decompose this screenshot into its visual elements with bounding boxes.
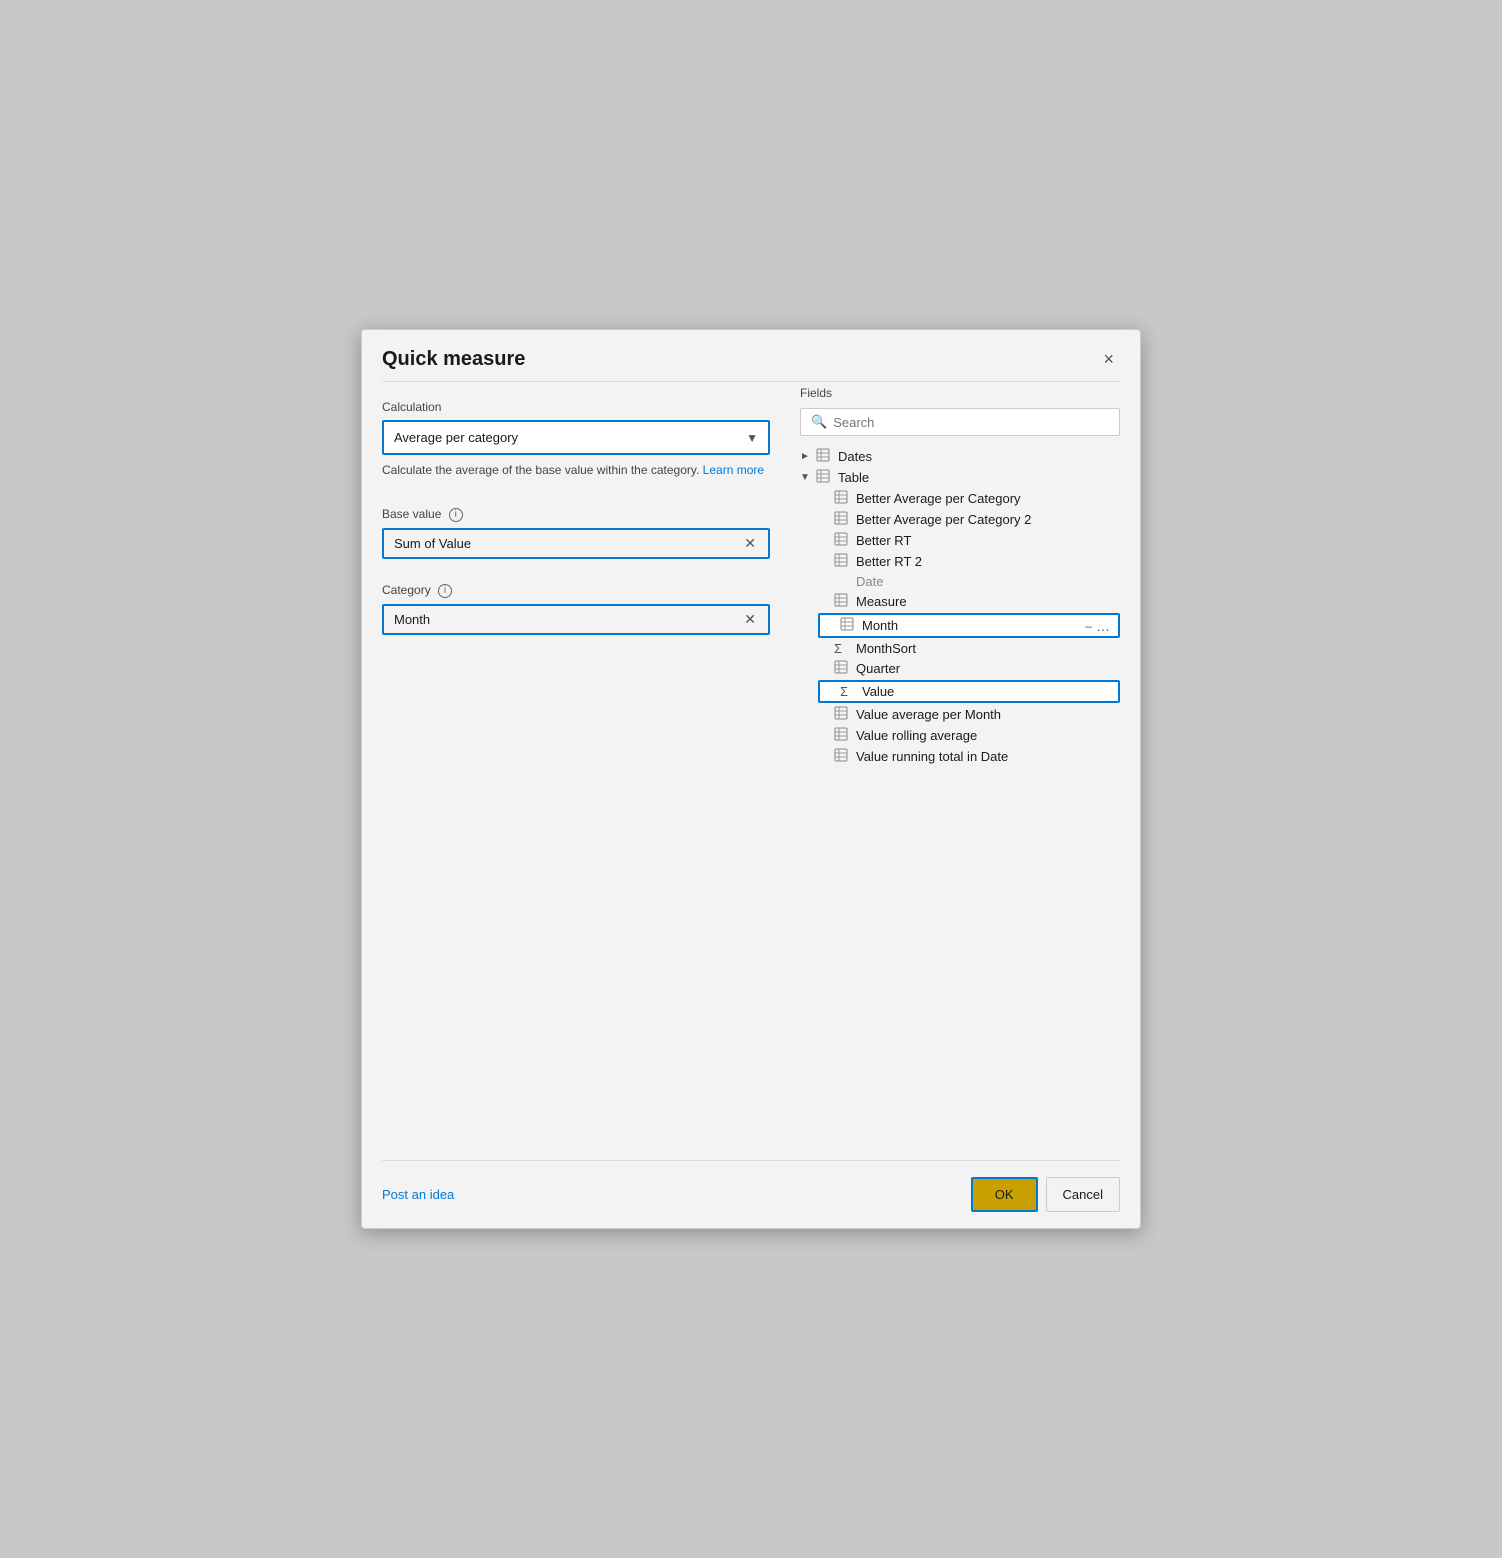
measure-icon-6 (834, 706, 852, 723)
right-panel: Fields 🔍 ► (800, 382, 1120, 964)
table-icon (816, 448, 834, 465)
label-better-rt-2: Better RT 2 (856, 554, 922, 569)
dialog-title: Quick measure (382, 348, 525, 371)
label-better-avg-cat-2: Better Average per Category 2 (856, 512, 1031, 527)
dates-label: Dates (838, 449, 872, 464)
measure-icon-2 (834, 511, 852, 528)
calculation-select-wrapper: Average per category ▼ (382, 420, 770, 455)
tree-item-month[interactable]: Month – … (818, 613, 1120, 638)
base-value-info-icon: i (449, 508, 463, 522)
measure-icon-8 (834, 748, 852, 765)
label-value: Value (862, 684, 894, 699)
chevron-right-icon: ► (800, 451, 816, 462)
tree-item-measure[interactable]: Measure (818, 591, 1120, 612)
spacer (362, 964, 1140, 1161)
calculation-select[interactable]: Average per category (384, 422, 768, 453)
calc-description: Calculate the average of the base value … (382, 461, 770, 479)
category-text: Month (394, 612, 742, 627)
base-value-field: Sum of Value ✕ (382, 528, 770, 559)
sigma-icon-monthsort: Σ (834, 641, 852, 656)
search-box: 🔍 (800, 408, 1120, 436)
month-more-icon[interactable]: … (1096, 618, 1114, 634)
calculation-label: Calculation (382, 400, 770, 414)
label-quarter: Quarter (856, 661, 900, 676)
cancel-button[interactable]: Cancel (1046, 1177, 1120, 1212)
table-children: Better Average per Category Better Avera… (800, 488, 1120, 767)
measure-icon-7 (834, 727, 852, 744)
dialog-footer: Post an idea OK Cancel (362, 1161, 1140, 1228)
label-value-avg-month: Value average per Month (856, 707, 1001, 722)
tree-item-table[interactable]: ▼ Table (800, 467, 1120, 488)
category-label: Category i (382, 583, 770, 598)
tree-item-quarter[interactable]: Quarter (818, 658, 1120, 679)
tree-item-value-avg-month[interactable]: Value average per Month (818, 704, 1120, 725)
label-date: Date (856, 574, 883, 589)
tree-item-value-rolling-avg[interactable]: Value rolling average (818, 725, 1120, 746)
label-better-avg-cat: Better Average per Category (856, 491, 1021, 506)
tree-item-value[interactable]: Σ Value (818, 680, 1120, 703)
left-panel: Calculation Average per category ▼ Calcu… (382, 382, 770, 964)
sigma-icon-value: Σ (840, 684, 858, 699)
ok-button[interactable]: OK (971, 1177, 1038, 1212)
search-icon: 🔍 (811, 414, 827, 430)
measure-icon-1 (834, 490, 852, 507)
chevron-down-icon-table: ▼ (800, 472, 816, 483)
label-measure: Measure (856, 594, 907, 609)
tree-item-value-running-total[interactable]: Value running total in Date (818, 746, 1120, 767)
tree-item-better-avg-cat[interactable]: Better Average per Category (818, 488, 1120, 509)
month-dash: – (1085, 619, 1096, 633)
dialog-header: Quick measure × (362, 330, 1140, 381)
category-clear-button[interactable]: ✕ (742, 612, 758, 626)
close-button[interactable]: × (1097, 348, 1120, 370)
learn-more-link[interactable]: Learn more (703, 463, 764, 477)
tree-item-better-rt[interactable]: Better RT (818, 530, 1120, 551)
tree-item-dates[interactable]: ► Dates (800, 446, 1120, 467)
quick-measure-dialog: Quick measure × Calculation Average per … (361, 329, 1141, 1229)
tree-item-better-rt-2[interactable]: Better RT 2 (818, 551, 1120, 572)
tree-item-monthsort[interactable]: Σ MonthSort (818, 639, 1120, 658)
field-icon-month (840, 617, 858, 634)
fields-tree: ► Dates ▼ (800, 446, 1120, 767)
base-value-label: Base value i (382, 507, 770, 522)
measure-icon-5 (834, 593, 852, 610)
tree-item-better-avg-cat-2[interactable]: Better Average per Category 2 (818, 509, 1120, 530)
measure-icon-4 (834, 553, 852, 570)
category-info-icon: i (438, 584, 452, 598)
post-idea-link[interactable]: Post an idea (382, 1187, 454, 1202)
category-field: Month ✕ (382, 604, 770, 635)
search-input[interactable] (833, 415, 1109, 430)
measure-icon-3 (834, 532, 852, 549)
label-month: Month (862, 618, 898, 633)
label-better-rt: Better RT (856, 533, 911, 548)
base-value-text: Sum of Value (394, 536, 742, 551)
table-icon-2 (816, 469, 834, 486)
label-value-running-total: Value running total in Date (856, 749, 1008, 764)
table-label: Table (838, 470, 869, 485)
footer-buttons: OK Cancel (971, 1177, 1120, 1212)
tree-item-date[interactable]: Date (818, 572, 1120, 591)
base-value-clear-button[interactable]: ✕ (742, 536, 758, 550)
fields-label: Fields (800, 386, 1120, 400)
dialog-body: Calculation Average per category ▼ Calcu… (362, 382, 1140, 964)
table-icon-quarter (834, 660, 852, 677)
label-monthsort: MonthSort (856, 641, 916, 656)
label-value-rolling-avg: Value rolling average (856, 728, 977, 743)
